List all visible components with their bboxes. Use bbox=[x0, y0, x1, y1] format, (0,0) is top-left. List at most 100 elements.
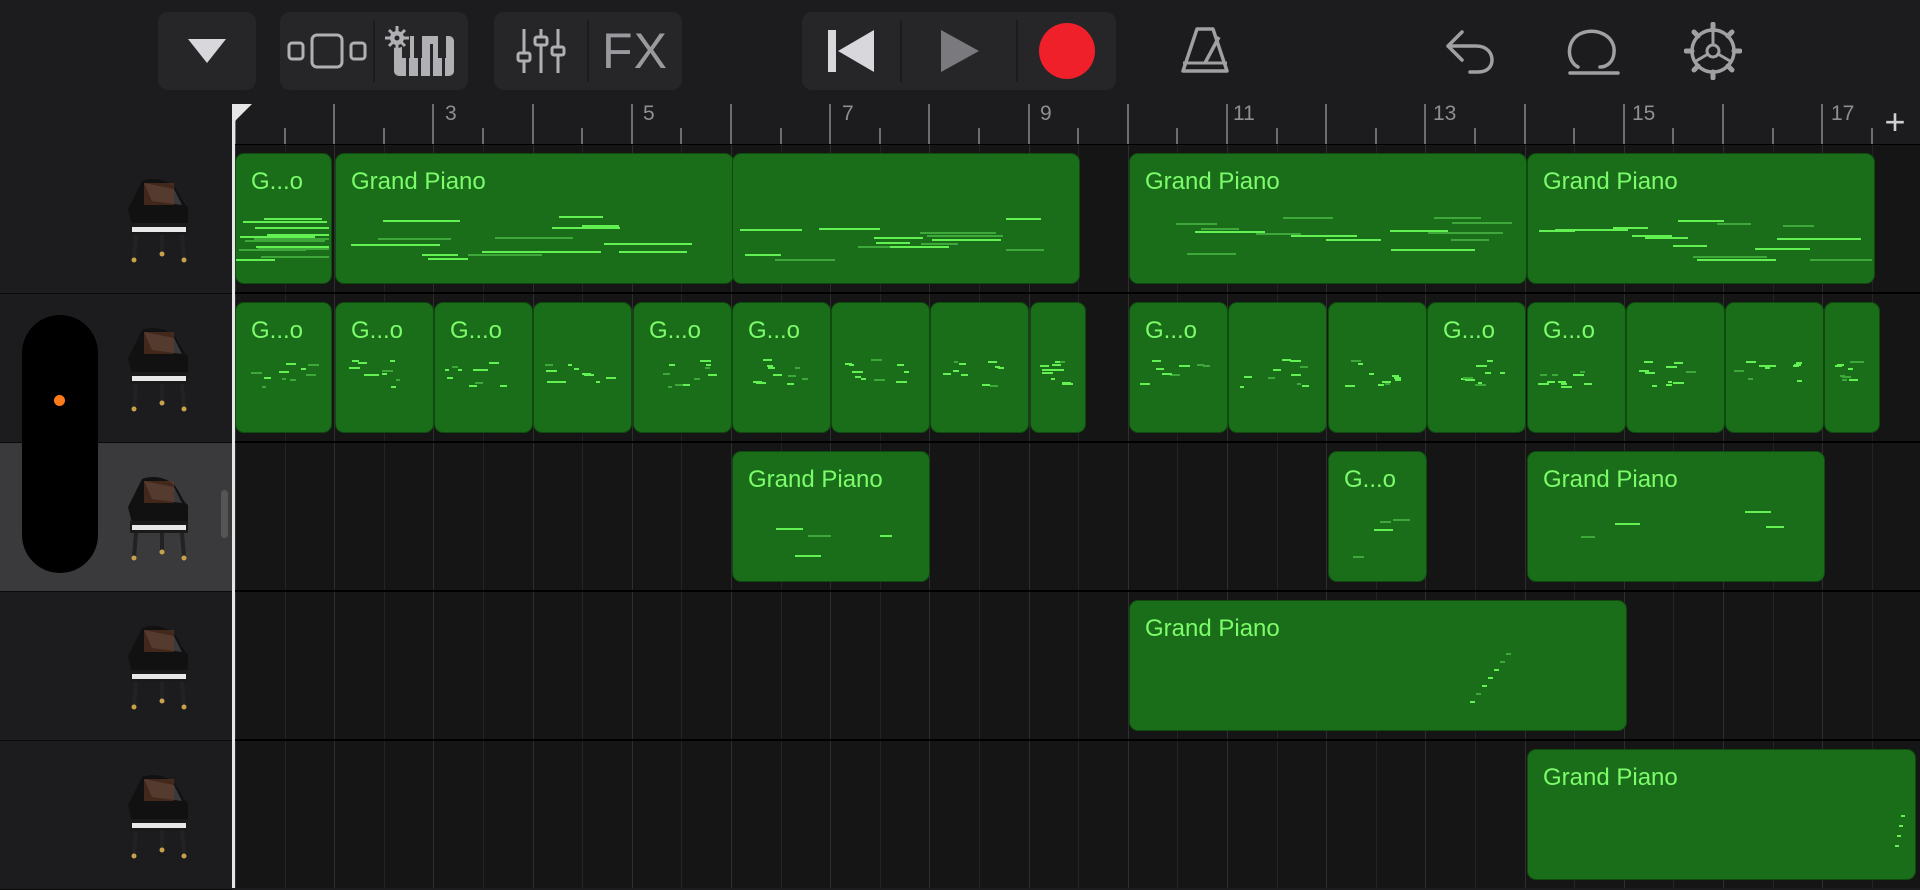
midi-note bbox=[1176, 223, 1217, 225]
midi-note bbox=[1162, 373, 1172, 375]
metronome-button[interactable] bbox=[1168, 12, 1242, 90]
track-header[interactable] bbox=[0, 145, 232, 294]
midi-region[interactable] bbox=[1328, 302, 1427, 433]
midi-region[interactable]: G...o bbox=[633, 302, 732, 433]
midi-note bbox=[545, 364, 553, 366]
mixer-button[interactable] bbox=[494, 12, 588, 90]
midi-note bbox=[301, 368, 306, 370]
midi-note bbox=[871, 359, 882, 361]
midi-region[interactable]: Grand Piano bbox=[732, 451, 930, 582]
midi-region[interactable]: Grand Piano bbox=[335, 153, 734, 284]
region-label: Grand Piano bbox=[1543, 168, 1678, 195]
midi-region[interactable]: G...o bbox=[434, 302, 533, 433]
settings-button[interactable] bbox=[1676, 12, 1750, 90]
fx-label: FX bbox=[602, 23, 668, 79]
midi-note bbox=[1006, 249, 1044, 251]
midi-note bbox=[1746, 361, 1756, 363]
midi-note bbox=[1187, 253, 1236, 255]
record-button[interactable] bbox=[1018, 12, 1116, 90]
midi-region[interactable]: G...o bbox=[335, 302, 434, 433]
midi-note bbox=[1678, 220, 1724, 222]
midi-region[interactable] bbox=[1626, 302, 1725, 433]
midi-region[interactable] bbox=[732, 153, 1080, 284]
undo-button[interactable] bbox=[1432, 12, 1504, 90]
midi-region[interactable]: G...o bbox=[732, 302, 831, 433]
playhead[interactable] bbox=[232, 104, 235, 888]
midi-note bbox=[1201, 228, 1239, 230]
fx-button[interactable]: FX bbox=[588, 12, 682, 90]
midi-note bbox=[1051, 378, 1055, 380]
midi-region[interactable] bbox=[1725, 302, 1824, 433]
midi-note bbox=[1842, 376, 1851, 378]
midi-note bbox=[920, 232, 996, 234]
midi-note bbox=[773, 374, 782, 376]
gear-icon bbox=[1684, 22, 1742, 80]
midi-note bbox=[1686, 371, 1696, 373]
track-volume-slider[interactable] bbox=[22, 315, 98, 573]
midi-note bbox=[552, 227, 620, 229]
midi-note bbox=[1717, 223, 1751, 225]
midi-note bbox=[358, 362, 367, 364]
midi-note bbox=[921, 243, 958, 245]
midi-region[interactable] bbox=[1030, 302, 1086, 433]
ruler-ticks bbox=[234, 104, 1873, 144]
midi-note bbox=[753, 381, 762, 383]
scroll-indicator[interactable] bbox=[221, 490, 228, 538]
midi-note bbox=[1451, 239, 1489, 241]
midi-region[interactable]: Grand Piano bbox=[1527, 451, 1825, 582]
midi-note bbox=[282, 378, 286, 380]
midi-note bbox=[1561, 383, 1567, 385]
midi-note bbox=[262, 386, 266, 388]
navigation-menu-button[interactable] bbox=[158, 12, 256, 90]
bar-number: 17 bbox=[1831, 102, 1855, 125]
midi-note bbox=[428, 258, 468, 260]
midi-note bbox=[1581, 536, 1595, 538]
midi-note bbox=[546, 370, 557, 372]
bar-number: 7 bbox=[842, 102, 854, 125]
midi-region[interactable]: G...o bbox=[235, 153, 332, 284]
track-header[interactable] bbox=[0, 741, 232, 890]
midi-note bbox=[1500, 372, 1505, 374]
midi-region[interactable] bbox=[831, 302, 930, 433]
midi-note bbox=[1842, 379, 1847, 381]
midi-note bbox=[255, 227, 329, 229]
play-button[interactable] bbox=[902, 12, 1016, 90]
midi-note bbox=[371, 374, 379, 376]
midi-region[interactable]: G...o bbox=[1427, 302, 1526, 433]
loop-browser-button[interactable] bbox=[1554, 12, 1628, 90]
midi-region[interactable] bbox=[1824, 302, 1880, 433]
midi-note bbox=[1374, 529, 1393, 531]
midi-note bbox=[1380, 521, 1391, 523]
midi-region[interactable]: G...o bbox=[1527, 302, 1626, 433]
midi-note bbox=[1358, 363, 1363, 365]
midi-region[interactable]: G...o bbox=[1328, 451, 1427, 582]
midi-region[interactable]: G...o bbox=[235, 302, 332, 433]
midi-note bbox=[256, 246, 329, 248]
midi-region[interactable] bbox=[1228, 302, 1327, 433]
midi-note bbox=[1810, 259, 1872, 261]
midi-region[interactable]: Grand Piano bbox=[1527, 153, 1875, 284]
midi-note bbox=[1561, 386, 1572, 388]
lane-separator bbox=[235, 590, 1920, 592]
add-track-button[interactable]: + bbox=[1878, 102, 1912, 142]
midi-region[interactable] bbox=[533, 302, 632, 433]
midi-region[interactable] bbox=[930, 302, 1029, 433]
region-label: G...o bbox=[251, 317, 304, 344]
midi-region[interactable]: Grand Piano bbox=[1129, 153, 1527, 284]
track-header[interactable] bbox=[0, 592, 232, 741]
midi-note bbox=[495, 237, 573, 239]
timeline-ruler[interactable]: 3 5 7 9 11 13 15 17 + bbox=[234, 100, 1920, 145]
midi-region[interactable]: G...o bbox=[1129, 302, 1228, 433]
midi-note bbox=[1140, 383, 1150, 385]
go-to-beginning-button[interactable] bbox=[802, 12, 900, 90]
midi-note bbox=[290, 379, 296, 381]
tracks-area[interactable]: G...o Grand Piano Grand Piano Grand Piano G.… bbox=[235, 145, 1920, 888]
midi-note bbox=[1488, 677, 1493, 679]
midi-note bbox=[1539, 230, 1575, 232]
tracks-view-button[interactable] bbox=[280, 12, 374, 90]
mixer-fx-group: FX bbox=[494, 12, 682, 90]
midi-region[interactable]: Grand Piano bbox=[1527, 749, 1916, 880]
keyboard-settings-button[interactable] bbox=[374, 12, 468, 90]
midi-region[interactable]: Grand Piano bbox=[1129, 600, 1627, 731]
midi-note bbox=[943, 373, 951, 375]
